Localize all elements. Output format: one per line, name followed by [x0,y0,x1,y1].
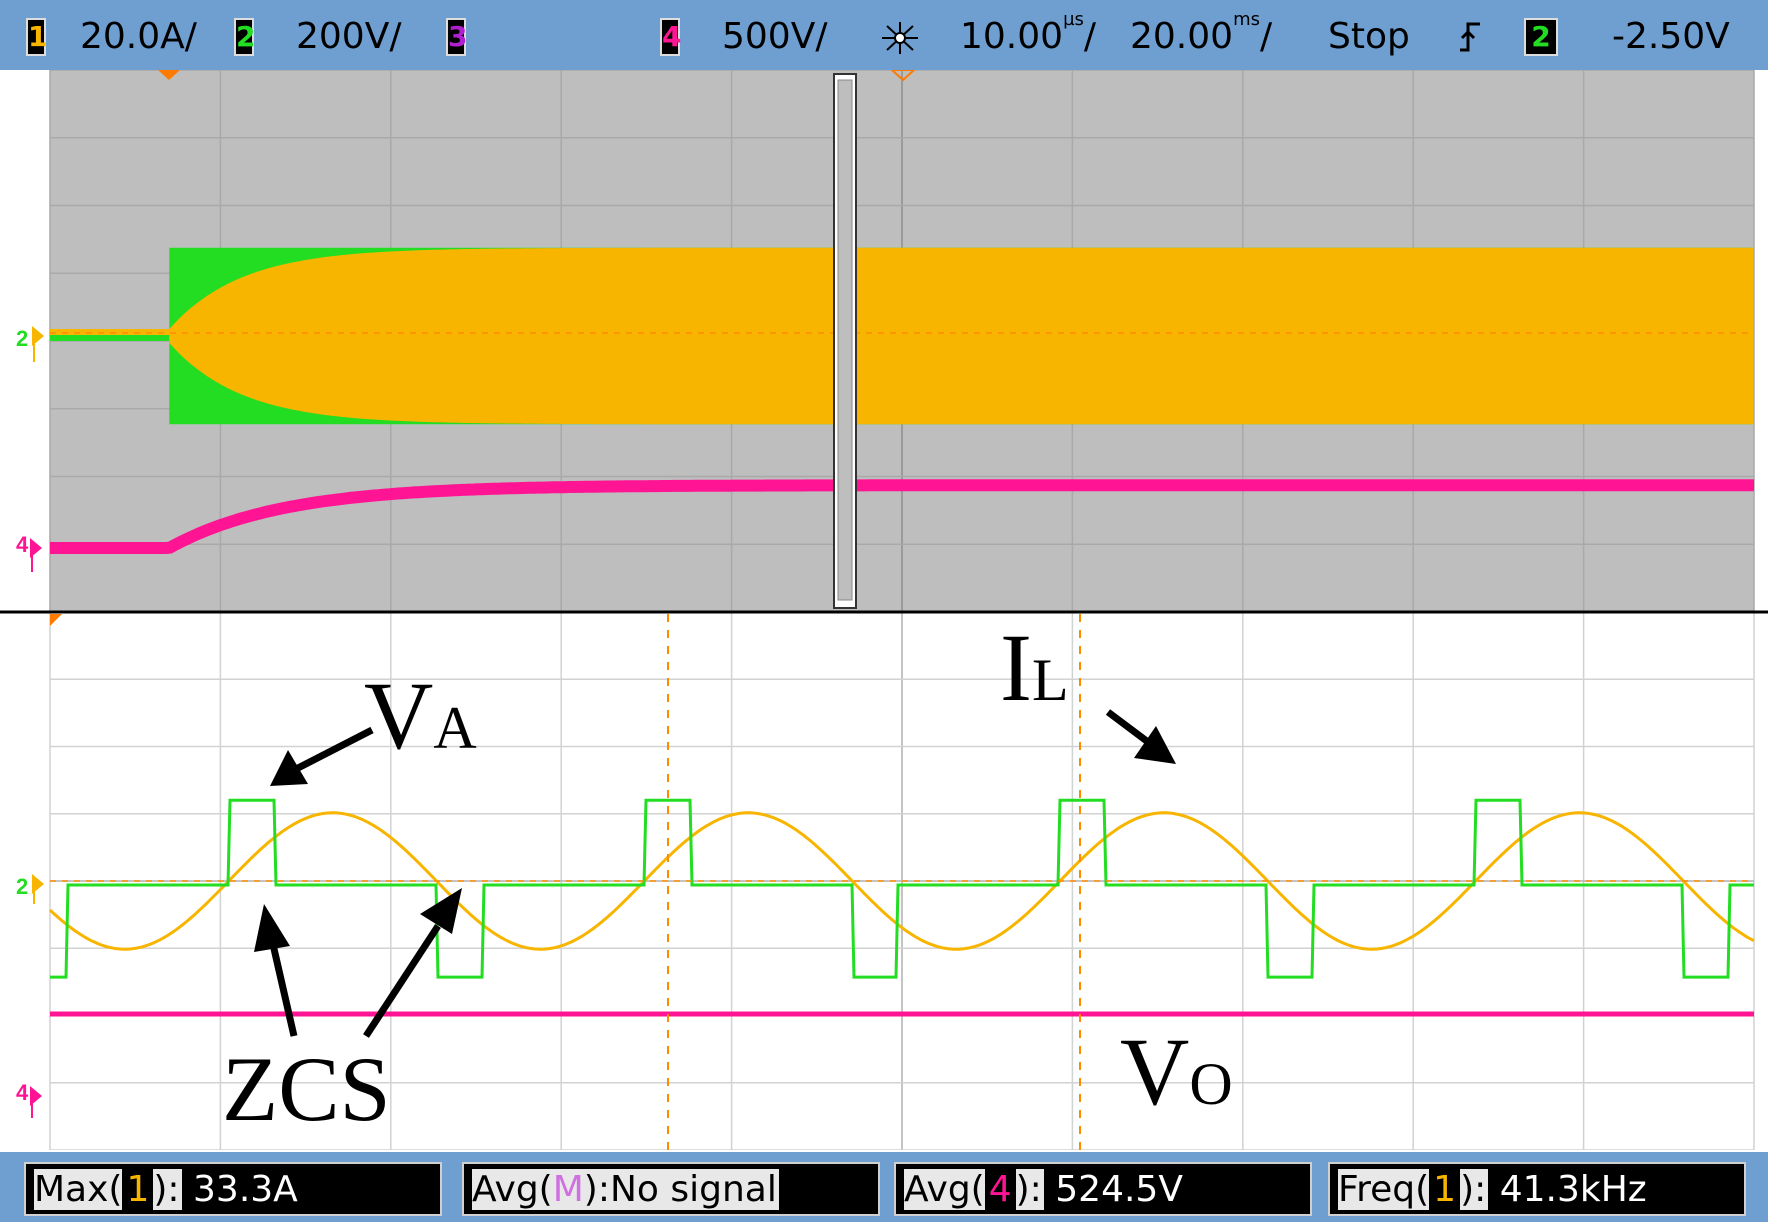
scope-status-bar: 1 20.0A/ 2 200V/ 3 4 500V/ 10.00µs/ 20.0… [0,0,1768,70]
measurement-1-sep: ): [153,1169,180,1210]
measurement-2-channel: M [552,1169,584,1210]
measurement-2-sep: ): [583,1169,610,1210]
vo-label-sub: O [1189,1051,1232,1117]
il-label-main: I [1000,614,1032,721]
measurement-4-label: Freq(1): [1338,1169,1489,1210]
measurement-4-func: Freq( [1338,1169,1430,1210]
main-timebase[interactable]: 20.00ms/ [1130,0,1272,70]
measurement-3-func: Avg( [904,1169,985,1210]
channel-2-scale[interactable]: 200V/ [296,0,401,70]
channel-2-badge[interactable]: 2 [234,18,255,56]
trigger-source-badge[interactable]: 2 [1524,18,1558,56]
zoom-timebase-value: 10.00 [960,16,1064,57]
measurement-1-func: Max( [34,1169,123,1210]
zoom-timebase-slash: / [1083,16,1097,57]
channel-1-badge[interactable]: 1 [26,18,47,56]
main-ch1-envelope [169,247,1754,425]
zoom-ch4-ground-label: 4 [16,1080,29,1105]
main-timebase-value: 20.00 [1130,16,1234,57]
measurement-4-value: 41.3kHz [1488,1169,1647,1210]
measurement-1[interactable]: Max(1): 33.3A [24,1162,442,1216]
vo-label-main: V [1120,1018,1189,1125]
main-ch1-pretrigger [50,329,170,335]
measurement-3[interactable]: Avg(4): 524.5V [894,1162,1312,1216]
zoom-ch2-ground-label: 2 [16,874,28,899]
measurement-3-channel: 4 [984,1169,1016,1210]
main-ch4-ground-label: 4 [16,532,29,557]
main-timebase-slash: / [1259,16,1273,57]
measurement-4-sep: ): [1460,1169,1487,1210]
measurement-1-label: Max(1): [34,1169,182,1210]
zoom-window[interactable] [833,73,857,609]
measurement-3-label: Avg(4): [904,1169,1044,1210]
acquisition-icon [882,22,918,54]
main-ch2-pretrigger [50,335,170,341]
zoom-timebase[interactable]: 10.00µs/ [960,0,1096,70]
va-label-sub: A [433,695,476,761]
zoom-timebase-unit: µs [1063,9,1084,30]
main-timebase-unit: ms [1233,9,1260,30]
measurement-2[interactable]: Avg(M):No signal [462,1162,880,1216]
trigger-level[interactable]: -2.50V [1612,0,1730,70]
va-label-main: V [364,662,433,769]
measurement-3-sep: ): [1015,1169,1042,1210]
measurement-1-value: 33.3A [181,1169,298,1210]
measurement-2-value: No signal [609,1169,777,1210]
channel-1-scale[interactable]: 20.0A/ [80,0,197,70]
zcs-label: ZCS [222,1038,391,1140]
run-state[interactable]: Stop [1328,0,1410,70]
il-label-sub: L [1032,647,1069,713]
measurement-1-channel: 1 [122,1169,154,1210]
measurement-3-value: 524.5V [1043,1169,1183,1210]
measurement-4-channel: 1 [1429,1169,1461,1210]
measurement-4[interactable]: Freq(1): 41.3kHz [1328,1162,1746,1216]
measurement-bar: Max(1): 33.3A Avg(M):No signal Avg(4): 5… [0,1152,1768,1222]
channel-3-badge[interactable]: 3 [446,18,467,56]
trigger-slope-icon[interactable] [1456,20,1484,54]
main-ch2-ground-label: 2 [16,326,28,351]
measurement-2-label: Avg(M):No signal [472,1169,779,1210]
measurement-2-func: Avg( [472,1169,553,1210]
scope-display: 2 4 2 4 VA IL ZCS VO [0,70,1768,1150]
channel-4-scale[interactable]: 500V/ [722,0,827,70]
channel-4-badge[interactable]: 4 [660,18,681,56]
